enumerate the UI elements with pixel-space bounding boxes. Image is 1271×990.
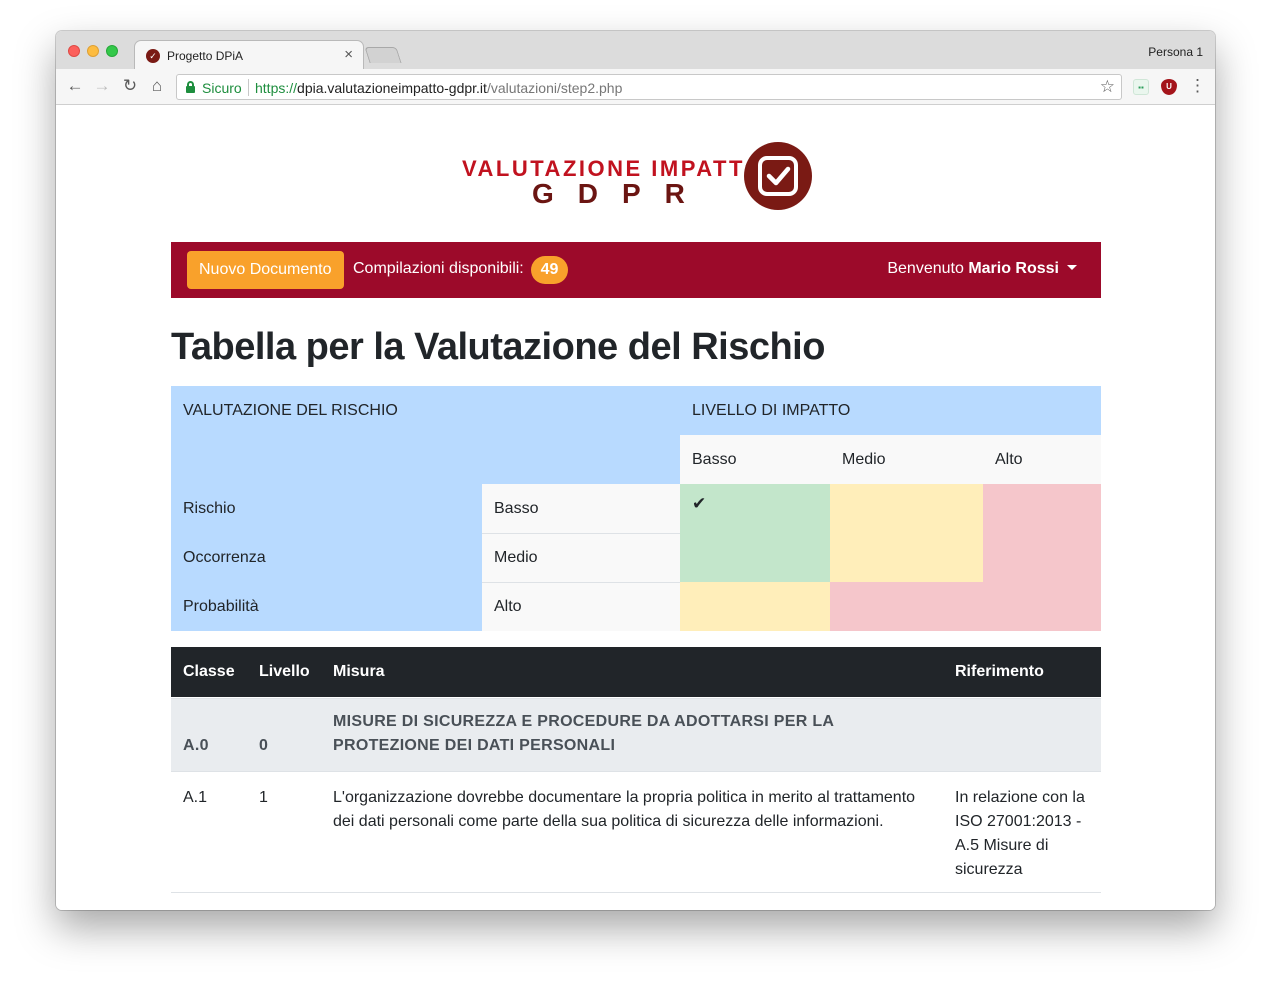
group-misura-line1: MISURE DI SICUREZZA E PROCEDURE DA ADOTT… xyxy=(333,713,835,730)
matrix-cell[interactable] xyxy=(680,533,830,582)
matrix-cell[interactable] xyxy=(983,533,1101,582)
site-logo[interactable]: VALUTAZIONE IMPATTO GDPR xyxy=(462,142,832,212)
risk-row-label: Rischio xyxy=(171,484,482,533)
matrix-cell[interactable] xyxy=(830,533,983,582)
divider xyxy=(482,582,680,583)
home-icon[interactable]: ⌂ xyxy=(146,75,168,97)
tab-title: Progetto DPiA xyxy=(167,49,244,63)
url-separator xyxy=(248,79,249,96)
row-riferimento-line4: sicurezza xyxy=(955,861,1023,878)
back-arrow-icon[interactable]: ← xyxy=(64,75,86,97)
group-misura-line2: PROTEZIONE DEI DATI PERSONALI xyxy=(333,737,616,754)
group-livello: 0 xyxy=(259,737,269,754)
browser-toolbar: ← → ↻ ⌂ Sicuro https://dpia.valutazionei… xyxy=(56,69,1215,105)
url-scheme: https:// xyxy=(255,80,298,96)
risk-matrix-table: VALUTAZIONE DEL RISCHIO LIVELLO DI IMPAT… xyxy=(171,386,1101,631)
table-group-row: A.0 0 MISURE DI SICUREZZA E PROCEDURE DA… xyxy=(171,698,1101,772)
matrix-cell[interactable] xyxy=(830,582,1101,631)
browser-tab[interactable]: ✓ Progetto DPiA × xyxy=(134,40,364,70)
forward-arrow-icon[interactable]: → xyxy=(91,75,113,97)
row-misura: L'organizzazione dovrebbe documentare la… xyxy=(333,786,943,834)
matrix-cell[interactable] xyxy=(680,582,830,631)
logo-checkbox-icon xyxy=(744,142,812,210)
impact-level-medium: Medio xyxy=(830,435,983,484)
matrix-cell[interactable] xyxy=(983,484,1101,533)
ublock-extension-icon[interactable]: U xyxy=(1161,79,1177,95)
welcome-prefix: Benvenuto xyxy=(887,260,964,277)
page-title: Tabella per la Valutazione del Rischio xyxy=(171,326,825,368)
checkmark-icon: ✔ xyxy=(692,494,707,513)
column-header-livello: Livello xyxy=(259,663,310,680)
impact-level-high: Alto xyxy=(983,435,1101,484)
available-compilations-badge: 49 xyxy=(531,256,568,284)
bookmark-star-icon[interactable]: ☆ xyxy=(1100,77,1115,97)
caret-down-icon xyxy=(1067,265,1077,270)
impact-header-text: LIVELLO DI IMPATTO xyxy=(692,402,851,419)
available-compilations-label: Compilazioni disponibili: xyxy=(353,260,524,277)
url-text[interactable]: https://dpia.valutazioneimpatto-gdpr.it/… xyxy=(255,80,622,96)
top-navbar: Nuovo Documento Compilazioni disponibili… xyxy=(171,242,1101,298)
close-tab-icon[interactable]: × xyxy=(344,46,353,63)
profile-name[interactable]: Persona 1 xyxy=(1148,45,1203,59)
impact-level-low: Basso xyxy=(680,435,830,484)
address-bar[interactable]: Sicuro https://dpia.valutazioneimpatto-g… xyxy=(176,74,1122,100)
row-riferimento-line1: In relazione con la xyxy=(955,789,1085,806)
url-path: /valutazioni/step2.php xyxy=(486,80,623,96)
title-bar: ✓ Progetto DPiA × Persona 1 xyxy=(56,31,1215,70)
maximize-window-button[interactable] xyxy=(106,45,118,57)
lock-icon xyxy=(186,81,195,93)
extension-icon[interactable]: ▪▪ xyxy=(1133,79,1149,95)
row-riferimento: In relazione con la ISO 27001:2013 - A.5… xyxy=(955,786,1095,882)
page-content: VALUTAZIONE IMPATTO GDPR Nuovo Documento… xyxy=(56,106,1215,910)
logo-text-line2: GDPR xyxy=(532,178,709,209)
risk-row-label: Occorrenza xyxy=(171,533,482,582)
row-classe: A.1 xyxy=(183,789,208,806)
url-host: dpia.valutazioneimpatto-gdpr.it xyxy=(297,80,487,96)
table-row: A.1 1 L'organizzazione dovrebbe document… xyxy=(171,772,1101,893)
minimize-window-button[interactable] xyxy=(87,45,99,57)
matrix-cell-selected[interactable]: ✔ xyxy=(680,484,830,533)
new-document-button[interactable]: Nuovo Documento xyxy=(187,251,344,289)
risk-header-left: VALUTAZIONE DEL RISCHIO xyxy=(171,386,680,484)
browser-menu-icon[interactable]: ⋮ xyxy=(1189,75,1206,97)
risk-row-level: Alto xyxy=(482,582,680,631)
user-name: Mario Rossi xyxy=(968,260,1059,277)
divider xyxy=(482,533,680,534)
risk-header-left-text: VALUTAZIONE DEL RISCHIO xyxy=(183,402,398,419)
risk-row-level: Basso xyxy=(482,484,680,533)
row-riferimento-line3: A.5 Misure di xyxy=(955,837,1049,854)
close-window-button[interactable] xyxy=(68,45,80,57)
impact-header: LIVELLO DI IMPATTO xyxy=(680,386,1101,435)
secure-label: Sicuro xyxy=(202,80,242,96)
browser-window: ✓ Progetto DPiA × Persona 1 ← → ↻ ⌂ Sicu… xyxy=(56,31,1215,910)
matrix-cell[interactable] xyxy=(830,484,983,533)
column-header-classe: Classe xyxy=(183,663,235,680)
column-header-misura: Misura xyxy=(333,663,385,680)
row-misura-line1: L'organizzazione dovrebbe documentare la… xyxy=(333,789,916,806)
risk-row-level: Medio xyxy=(482,533,680,582)
row-riferimento-line2: ISO 27001:2013 - xyxy=(955,813,1082,830)
group-classe: A.0 xyxy=(183,737,209,754)
measures-table-header: Classe Livello Misura Riferimento xyxy=(171,647,1101,697)
risk-row-label: Probabilità xyxy=(171,582,482,631)
user-menu-dropdown[interactable]: Benvenuto Mario Rossi xyxy=(887,260,1077,278)
new-tab-button[interactable] xyxy=(364,47,402,63)
reload-icon[interactable]: ↻ xyxy=(119,75,141,97)
favicon-icon: ✓ xyxy=(146,49,160,63)
row-livello: 1 xyxy=(259,789,268,806)
column-header-riferimento: Riferimento xyxy=(955,663,1044,680)
row-misura-line2: dei dati personali come parte della sua … xyxy=(333,813,884,830)
